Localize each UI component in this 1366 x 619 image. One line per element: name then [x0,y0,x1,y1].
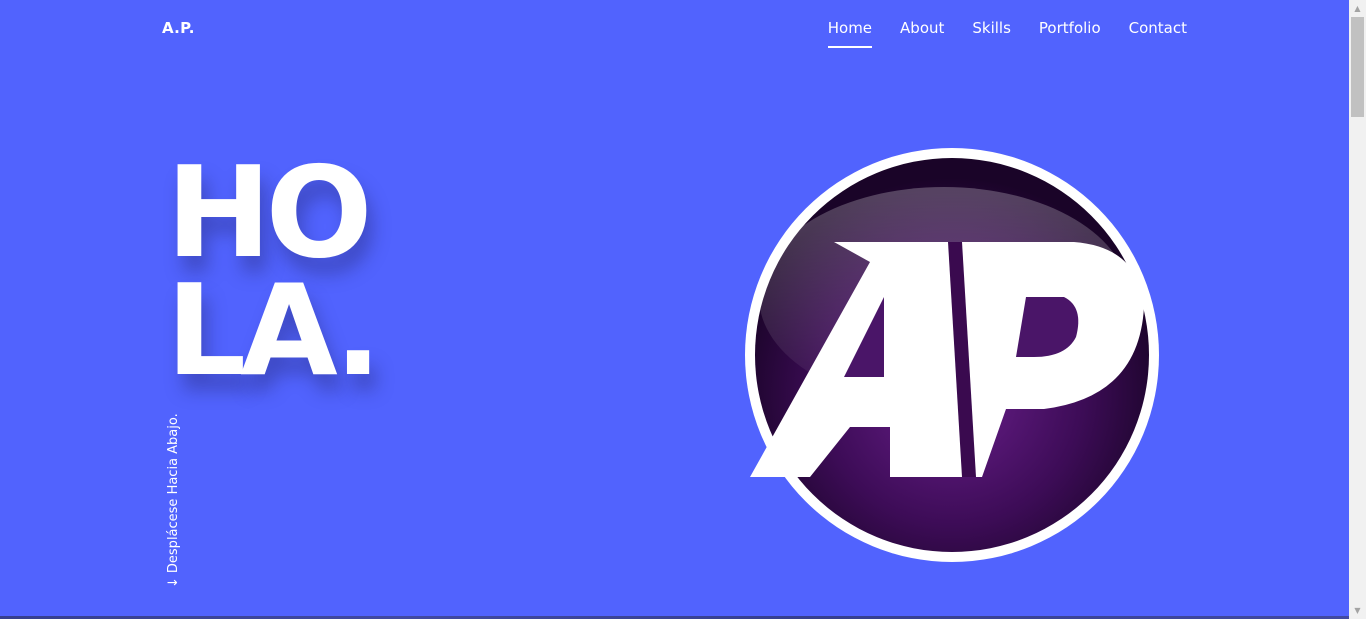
scroll-up-icon[interactable]: ▲ [1349,0,1366,17]
scrollbar-thumb[interactable] [1351,17,1364,117]
scroll-hint-text: Desplácese Hacia Abajo. [166,413,181,574]
nav-item-contact[interactable]: Contact [1129,18,1187,46]
nav-item-portfolio[interactable]: Portfolio [1039,18,1101,46]
scroll-down-hint[interactable]: ↓ Desplácese Hacia Abajo. [166,398,182,588]
arrow-down-icon: ↓ [166,577,181,588]
main-nav: Home About Skills Portfolio Contact [827,18,1187,48]
brand-logo-link[interactable]: A.P. [162,19,195,37]
ap-logo-graphic [745,148,1159,562]
nav-item-skills[interactable]: Skills [972,18,1011,46]
page: A.P. Home About Skills Portfolio Contact… [0,0,1349,619]
hero-title-line-2: LA. [166,257,382,404]
scroll-down-icon[interactable]: ▼ [1349,602,1366,619]
page-scrollbar[interactable]: ▲ ▼ [1349,0,1366,619]
nav-item-about[interactable]: About [900,18,944,46]
nav-item-home[interactable]: Home [827,18,873,48]
ap-logo [744,147,1160,563]
